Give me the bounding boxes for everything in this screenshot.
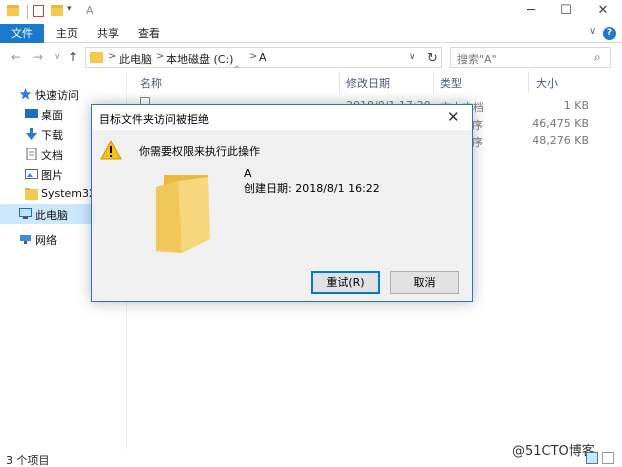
- breadcrumb-separator[interactable]: >: [156, 51, 164, 62]
- watermark: @51CTO博客: [512, 444, 595, 459]
- refresh-icon[interactable]: ↻: [427, 51, 438, 66]
- recent-locations-icon[interactable]: ∨: [54, 52, 61, 62]
- up-icon[interactable]: ↑: [68, 50, 78, 64]
- column-header-date[interactable]: 修改日期: [346, 75, 390, 91]
- sidebar-item-label: 快速访问: [35, 89, 79, 102]
- column-divider[interactable]: [339, 71, 340, 93]
- column-header-name[interactable]: 名称: [140, 75, 162, 91]
- sidebar-item-label: 网络: [35, 234, 57, 247]
- window-title: A: [86, 4, 94, 17]
- folder-icon: [90, 52, 103, 63]
- column-divider[interactable]: [528, 71, 529, 93]
- sidebar-item-quick-access[interactable]: 快速访问: [0, 84, 120, 104]
- minimize-button[interactable]: ─: [514, 0, 548, 24]
- address-row: ← → ∨ ↑ > 此电脑 > 本地磁盘 (C:) > A ∨ ↻ 搜索"A" …: [0, 44, 622, 71]
- access-denied-dialog: 目标文件夹访问被拒绝 ✕ 你需要权限来执行此操作 A 创建日期: 2018/8/…: [91, 104, 473, 302]
- dialog-folder-name: A: [244, 167, 252, 180]
- sort-ascending-icon: ^: [233, 65, 241, 75]
- large-icons-view-icon[interactable]: [602, 452, 614, 464]
- search-placeholder: 搜索"A": [457, 53, 497, 66]
- maximize-button[interactable]: ☐: [549, 0, 583, 24]
- sidebar-item-label: System32: [41, 187, 97, 200]
- star-icon: [19, 88, 32, 100]
- dialog-titlebar[interactable]: 目标文件夹访问被拒绝 ✕: [92, 105, 472, 130]
- back-icon[interactable]: ←: [11, 50, 21, 64]
- column-divider[interactable]: [433, 71, 434, 93]
- breadcrumb-separator[interactable]: >: [108, 51, 116, 62]
- sidebar-item-label: 图片: [41, 169, 63, 182]
- row-type: 序: [472, 136, 483, 149]
- window-titlebar: ▾ A ─ ☐ ✕: [0, 0, 622, 24]
- search-icon[interactable]: ⌕: [594, 50, 601, 65]
- folder-icon: [156, 175, 210, 253]
- breadcrumb-separator[interactable]: >: [249, 51, 257, 62]
- row-size: 46,475 KB: [532, 117, 589, 130]
- folder-icon: [7, 5, 19, 16]
- tab-share[interactable]: 共享: [89, 24, 127, 43]
- close-button[interactable]: ✕: [586, 0, 620, 24]
- breadcrumb-local-disk[interactable]: 本地磁盘 (C:): [166, 51, 233, 67]
- column-header-type[interactable]: 类型: [440, 75, 462, 91]
- sidebar-item-label: 文档: [41, 149, 63, 162]
- tab-view[interactable]: 查看: [130, 24, 168, 43]
- ribbon-tabs: 文件 主页 共享 查看 ∨ ?: [0, 24, 622, 43]
- forward-icon[interactable]: →: [33, 50, 43, 64]
- breadcrumb-this-pc[interactable]: 此电脑: [119, 51, 152, 67]
- retry-button[interactable]: 重试(R): [311, 271, 380, 294]
- row-type: 序: [472, 119, 483, 132]
- column-header-size[interactable]: 大小: [536, 75, 558, 91]
- dialog-created-date: 创建日期: 2018/8/1 16:22: [244, 182, 380, 195]
- warning-icon: [100, 140, 122, 160]
- ribbon-expand-icon[interactable]: ∨: [589, 26, 596, 37]
- row-size: 1 KB: [563, 99, 589, 112]
- dialog-close-button[interactable]: ✕: [447, 108, 460, 126]
- tab-file[interactable]: 文件: [0, 24, 44, 43]
- divider: [27, 5, 28, 19]
- desktop-icon: [25, 109, 38, 118]
- tab-home[interactable]: 主页: [48, 24, 86, 43]
- sidebar-item-label: 此电脑: [35, 209, 68, 222]
- sidebar-item-label: 下载: [41, 129, 63, 142]
- folder-icon: [25, 188, 38, 200]
- dialog-title: 目标文件夹访问被拒绝: [99, 113, 209, 126]
- computer-icon: [19, 208, 32, 219]
- dialog-message: 你需要权限来执行此操作: [139, 145, 260, 158]
- search-input[interactable]: 搜索"A" ⌕: [450, 47, 611, 68]
- document-icon: [26, 148, 37, 160]
- cancel-button[interactable]: 取消: [390, 271, 459, 294]
- picture-icon: [25, 169, 38, 179]
- properties-icon[interactable]: [33, 5, 44, 17]
- sidebar-item-label: 桌面: [41, 109, 63, 122]
- new-folder-icon[interactable]: [51, 5, 63, 16]
- address-dropdown-icon[interactable]: ∨: [409, 52, 416, 62]
- quick-access-dropdown-icon[interactable]: ▾: [67, 4, 72, 14]
- network-icon: [20, 235, 31, 244]
- row-size: 48,276 KB: [532, 134, 589, 147]
- status-item-count: 3 个项目: [6, 454, 50, 467]
- address-bar[interactable]: > 此电脑 > 本地磁盘 (C:) > A ∨ ↻: [85, 47, 442, 68]
- download-icon: [26, 128, 37, 140]
- breadcrumb-a[interactable]: A: [259, 51, 267, 64]
- details-view-icon[interactable]: [586, 452, 598, 464]
- help-icon[interactable]: ?: [603, 27, 616, 40]
